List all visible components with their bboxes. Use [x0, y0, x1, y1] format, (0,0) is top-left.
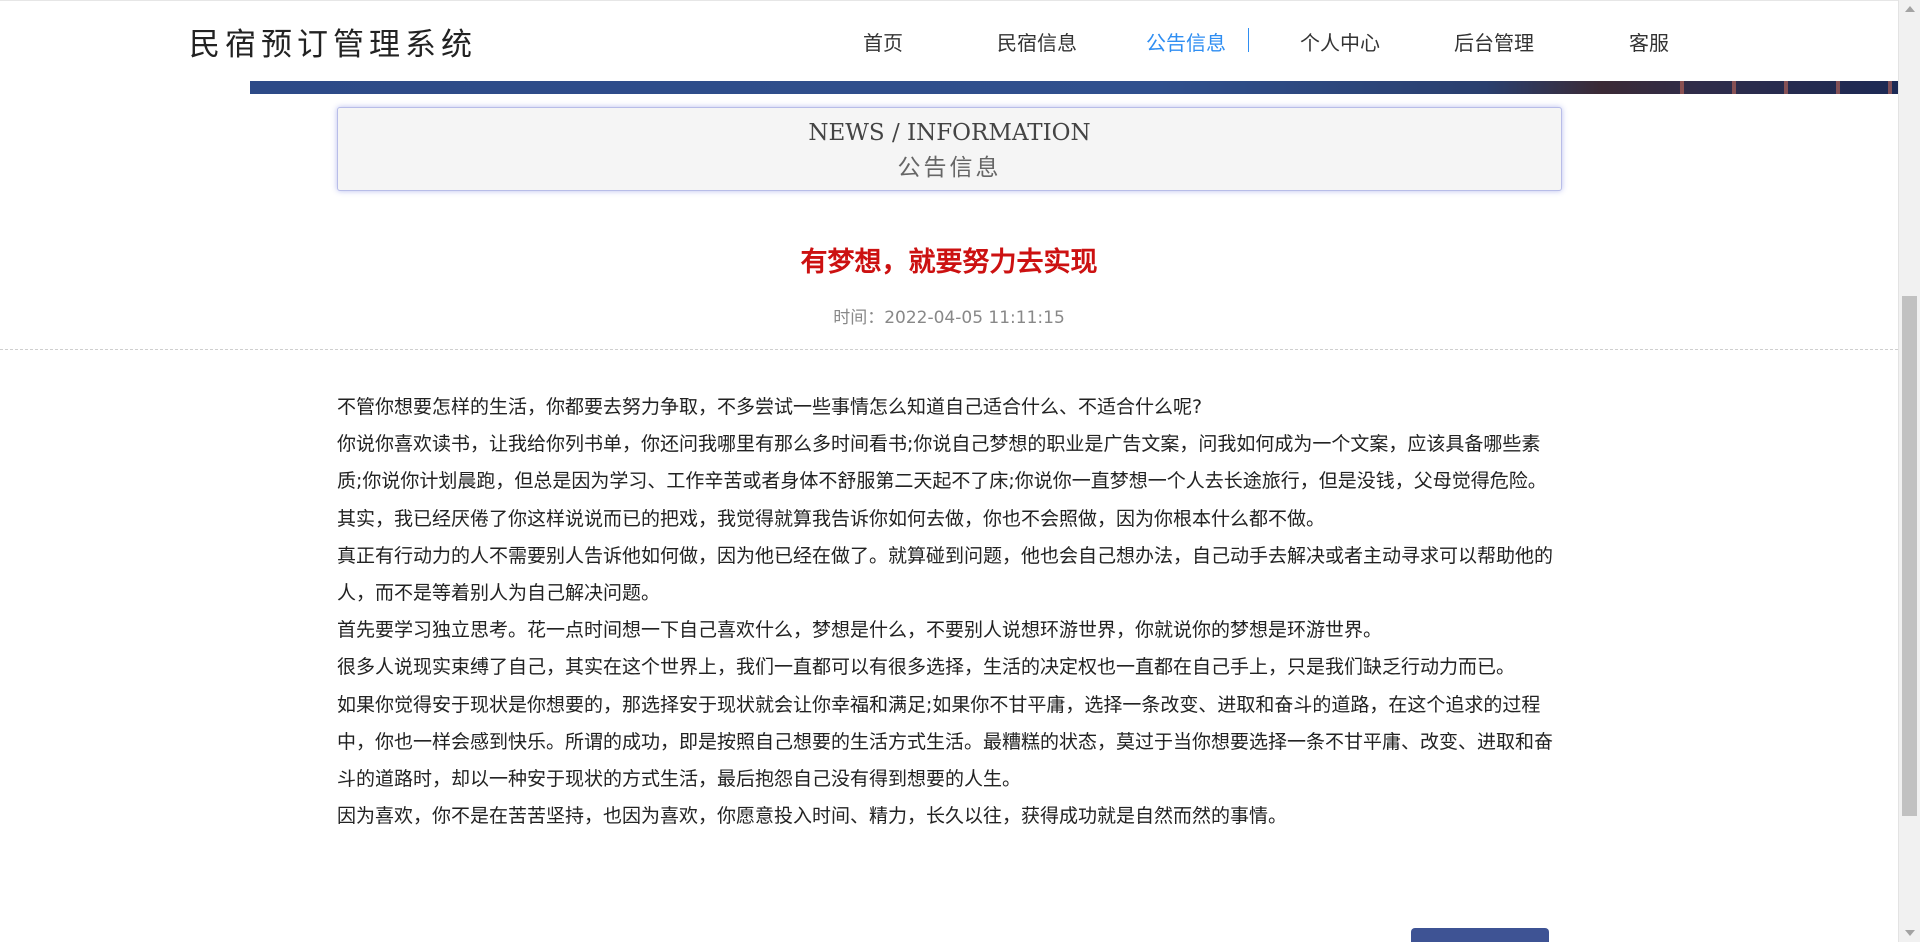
paragraph: 很多人说现实束缚了自己，其实在这个世界上，我们一直都可以有很多选择，生活的决定权… — [337, 656, 1516, 679]
nav-item-announcements[interactable]: 公告信息 — [1146, 27, 1226, 56]
back-button[interactable] — [1411, 928, 1549, 942]
paragraph: 因为喜欢，你不是在苦苦坚持，也因为喜欢，你愿意投入时间、精力，长久以往，获得成功… — [337, 805, 1288, 828]
page: 民宿预订管理系统 首页 民宿信息 公告信息 个人中心 后台管理 客服 NEWS … — [0, 0, 1920, 942]
nav-item-admin[interactable]: 后台管理 — [1454, 27, 1534, 56]
paragraph: 你说你喜欢读书，让我给你列书单，你还问我哪里有那么多时间看书;你说自己梦想的职业… — [337, 433, 1547, 530]
scroll-up-arrow-icon[interactable] — [1905, 6, 1915, 12]
banner-lights — [1650, 81, 1898, 94]
article-title: 有梦想，就要努力去实现 — [800, 247, 1098, 278]
paragraph: 真正有行动力的人不需要别人告诉他如何做，因为他已经在做了。就算碰到问题，他也会自… — [337, 544, 1554, 605]
nav-item-personal-center[interactable]: 个人中心 — [1300, 27, 1380, 56]
nav-item-customer-service[interactable]: 客服 — [1629, 27, 1669, 56]
paragraph: 首先要学习独立思考。花一点时间想一下自己喜欢什么，梦想是什么，不要别人说想环游世… — [337, 619, 1383, 642]
section-title-cn: 公告信息 — [897, 155, 1002, 181]
paragraph: 不管你想要怎样的生活，你都要去努力争取，不多尝试一些事情怎么知道自己适合什么、不… — [337, 396, 1203, 418]
site-logo[interactable]: 民宿预订管理系统 — [189, 19, 477, 64]
scroll-down-arrow-icon[interactable] — [1905, 930, 1915, 936]
header: 民宿预订管理系统 首页 民宿信息 公告信息 个人中心 后台管理 客服 — [0, 0, 1898, 81]
section-title-box: NEWS / INFORMATION 公告信息 — [337, 107, 1562, 191]
article-time: 时间：2022-04-05 11:11:15 — [833, 308, 1065, 328]
article-content: 不管你想要怎样的生活，你都要去努力争取，不多尝试一些事情怎么知道自己适合什么、不… — [337, 389, 1560, 835]
scrollbar-thumb[interactable] — [1902, 296, 1917, 816]
nav-active-separator — [1248, 28, 1249, 52]
nav-item-home[interactable]: 首页 — [863, 27, 903, 56]
vertical-scrollbar[interactable] — [1898, 0, 1920, 942]
paragraph: 如果你觉得安于现状是你想要的，那选择安于现状就会让你幸福和满足;如果你不甘平庸，… — [337, 693, 1554, 791]
nav-item-homestay-info[interactable]: 民宿信息 — [997, 27, 1077, 56]
section-title-en: NEWS / INFORMATION — [808, 120, 1091, 146]
divider — [0, 349, 1898, 350]
banner-image-strip — [250, 81, 1898, 94]
